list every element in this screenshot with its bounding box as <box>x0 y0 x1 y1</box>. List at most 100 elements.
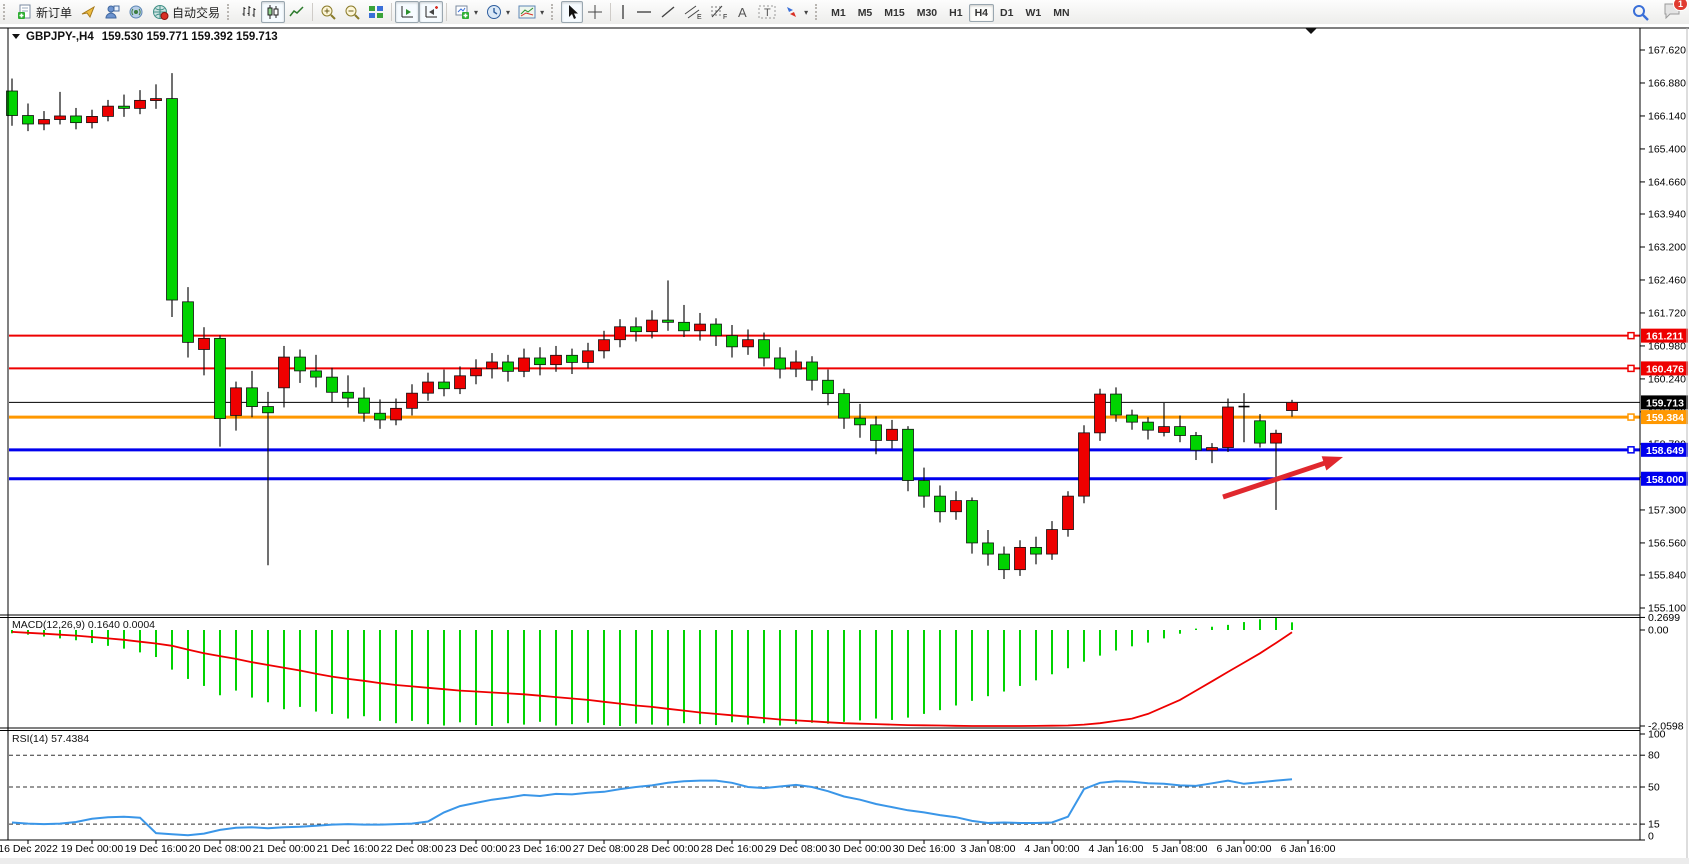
rsi-tick: 0 <box>1648 831 1654 843</box>
periods-button[interactable]: ▾ <box>482 1 514 23</box>
toolbar-grip[interactable] <box>815 4 822 20</box>
text-tool-button[interactable]: A <box>732 1 754 23</box>
price-tick: 165.400 <box>1648 143 1686 155</box>
tile-windows-button[interactable] <box>364 1 388 23</box>
market-watch-button[interactable] <box>100 1 124 23</box>
fibonacci-tool-button[interactable]: F <box>706 1 732 23</box>
time-tick: 19 Dec 16:00 <box>125 843 188 855</box>
trendline-tool-button[interactable] <box>656 1 680 23</box>
timeframe-button-d1[interactable]: D1 <box>994 4 1019 22</box>
price-tick: 164.660 <box>1648 176 1686 188</box>
price-tick: 163.200 <box>1648 241 1686 253</box>
time-tick: 19 Dec 00:00 <box>61 843 124 855</box>
new-order-button[interactable]: 新订单 <box>13 1 76 23</box>
timeframe-button-h1[interactable]: H1 <box>943 4 968 22</box>
vertical-line-tool-button[interactable] <box>614 1 632 23</box>
time-axis[interactable]: 16 Dec 202219 Dec 00:0019 Dec 16:0020 De… <box>0 840 1336 855</box>
rsi-pane: 1008050150 <box>9 729 1666 843</box>
new-chart-button[interactable]: ▾ <box>450 1 482 23</box>
candles-layer <box>7 73 1298 579</box>
chat-badge: 1 <box>1673 0 1688 11</box>
price-tick: 163.940 <box>1648 209 1686 221</box>
macd-tick: 0.00 <box>1648 625 1669 637</box>
bar-chart-button[interactable] <box>237 1 261 23</box>
rsi-tick: 80 <box>1648 750 1660 762</box>
ohlc-collapse-arrow[interactable] <box>12 34 20 39</box>
equidistant-channel-icon: E <box>684 4 702 20</box>
pane-borders <box>0 28 1689 864</box>
label-tool-button[interactable]: T <box>754 1 780 23</box>
candlestick-chart-icon <box>265 4 281 20</box>
market-depth-button[interactable] <box>76 1 100 23</box>
timeframe-button-m30[interactable]: M30 <box>911 4 943 22</box>
timeframe-button-m1[interactable]: M1 <box>825 4 852 22</box>
rsi-tick: 15 <box>1648 819 1660 831</box>
window-bottom-edge <box>0 858 1689 864</box>
search-button[interactable] <box>1628 1 1653 23</box>
crosshair-tool-button[interactable] <box>583 1 607 23</box>
timeframe-button-w1[interactable]: W1 <box>1019 4 1047 22</box>
template-icon <box>518 4 536 20</box>
time-tick: 21 Dec 00:00 <box>253 843 316 855</box>
autoscroll-button[interactable] <box>395 1 419 23</box>
tile-windows-icon <box>368 4 384 20</box>
chart-shift-marker[interactable] <box>1305 28 1317 34</box>
time-tick: 6 Jan 00:00 <box>1217 843 1272 855</box>
zoom-out-button[interactable] <box>340 1 364 23</box>
toolbar-grip[interactable] <box>227 4 234 20</box>
new-order-icon <box>17 4 33 20</box>
chart-title: GBPJPY-,H4159.530 159.771 159.392 159.71… <box>26 31 278 43</box>
macd-tick: 0.2699 <box>1648 612 1680 624</box>
hline-handle[interactable] <box>1628 447 1634 453</box>
rsi-tick: 100 <box>1648 729 1666 741</box>
timeframe-button-h4[interactable]: H4 <box>969 4 994 22</box>
toolbar-grip[interactable] <box>551 4 558 20</box>
time-tick: 23 Dec 16:00 <box>509 843 572 855</box>
templates-button[interactable]: ▾ <box>514 1 548 23</box>
fibo-sub-glyph: F <box>723 14 727 20</box>
zoom-in-icon <box>320 4 336 20</box>
toolbar-grip[interactable] <box>3 4 10 20</box>
cursor-icon <box>565 4 579 20</box>
channel-tool-button[interactable]: E <box>680 1 706 23</box>
time-tick: 28 Dec 16:00 <box>701 843 764 855</box>
candlestick-chart-button[interactable] <box>261 1 285 23</box>
line-chart-button[interactable] <box>285 1 309 23</box>
text-tool-icon: A <box>736 4 750 20</box>
hline-handle[interactable] <box>1628 333 1634 339</box>
svg-text:158.649: 158.649 <box>1646 445 1684 457</box>
price-tick: 155.840 <box>1648 570 1686 582</box>
hline-handle[interactable] <box>1628 365 1634 371</box>
gold-arrow-icon <box>80 4 96 20</box>
horizontal-line-icon <box>636 7 652 17</box>
rsi-label: RSI(14) 57.4384 <box>12 733 89 745</box>
chart-shift-button[interactable] <box>419 1 443 23</box>
svg-text:160.476: 160.476 <box>1646 363 1684 375</box>
annotations-layer[interactable] <box>1223 456 1343 497</box>
chart-window: 167.620166.880166.140165.400164.660163.9… <box>0 24 1689 864</box>
dropdown-caret: ▾ <box>540 8 544 17</box>
hline-handle[interactable] <box>1628 414 1634 420</box>
price-axis[interactable]: 167.620166.880166.140165.400164.660163.9… <box>1640 28 1688 840</box>
trend-arrow-head[interactable] <box>1322 456 1343 470</box>
broadcast-icon <box>128 4 144 20</box>
toolbar: 新订单 自动交易 <box>0 0 1689 25</box>
cursor-tool-button[interactable] <box>561 1 583 23</box>
autotrading-button[interactable]: 自动交易 <box>148 1 224 23</box>
zoom-in-button[interactable] <box>316 1 340 23</box>
chart-canvas[interactable]: 167.620166.880166.140165.400164.660163.9… <box>0 24 1689 864</box>
horizontal-line-tool-button[interactable] <box>632 1 656 23</box>
timeframe-button-mn[interactable]: MN <box>1047 4 1075 22</box>
clock-icon <box>486 4 502 20</box>
bar-chart-icon <box>241 4 257 20</box>
chat-button[interactable]: 1 <box>1663 2 1681 22</box>
arrows-tool-button[interactable]: ▾ <box>780 1 812 23</box>
timeframe-group: M1M5M15M30H1H4D1W1MN <box>825 5 1075 19</box>
time-tick: 30 Dec 00:00 <box>829 843 892 855</box>
dropdown-caret: ▾ <box>804 8 808 17</box>
time-tick: 20 Dec 08:00 <box>189 843 252 855</box>
timeframe-button-m15[interactable]: M15 <box>878 4 910 22</box>
timeframe-button-m5[interactable]: M5 <box>852 4 879 22</box>
vertical-line-icon <box>618 4 628 20</box>
signals-button[interactable] <box>124 1 148 23</box>
